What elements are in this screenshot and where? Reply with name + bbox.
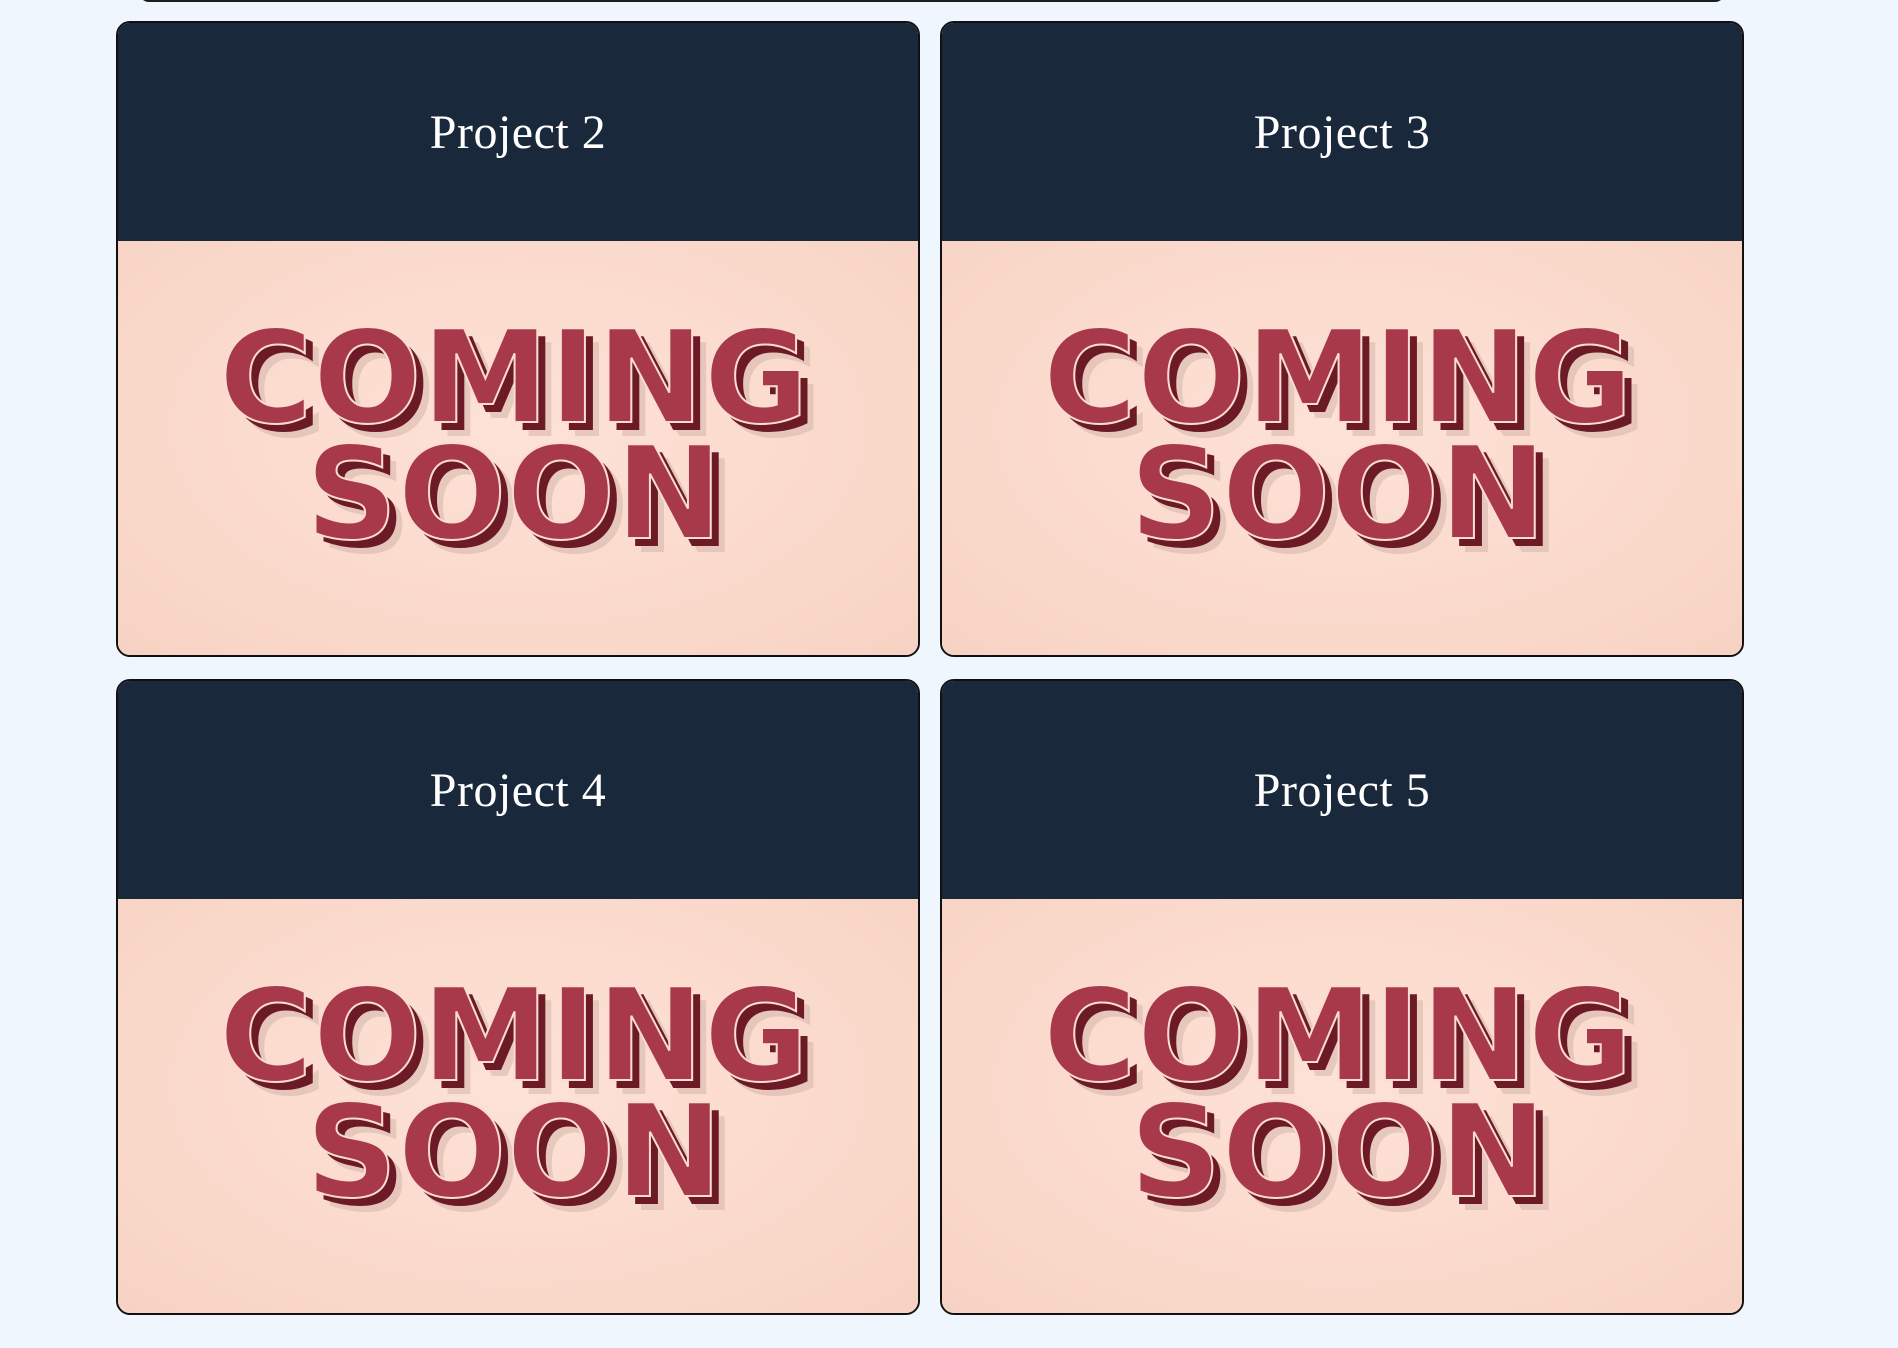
project-title: Project 3	[1253, 105, 1431, 159]
project-card[interactable]: Project 5 COMING COMING COMING SOON SOON…	[940, 679, 1744, 1315]
project-card-header: Project 5	[942, 681, 1742, 899]
coming-soon-graphic: COMING COMING COMING SOON SOON SOON	[218, 961, 818, 1241]
soon-text: SOON	[1130, 1078, 1547, 1227]
project-card-header: Project 4	[118, 681, 918, 899]
project-card[interactable]: Project 3 COMING COMING COMING SOON SOON…	[940, 21, 1744, 657]
coming-soon-image: COMING COMING COMING SOON SOON SOON	[118, 899, 918, 1313]
coming-soon-image: COMING COMING COMING SOON SOON SOON	[118, 241, 918, 655]
previous-card-edge	[139, 0, 1725, 2]
project-title: Project 2	[429, 105, 607, 159]
portfolio-page: Project 2 COMING COMING COMING SOON SOON…	[0, 0, 1898, 1348]
project-card-header: Project 3	[942, 23, 1742, 241]
coming-soon-graphic: COMING COMING COMING SOON SOON SOON	[218, 303, 818, 583]
project-card-header: Project 2	[118, 23, 918, 241]
soon-text: SOON	[306, 420, 723, 569]
project-card[interactable]: Project 2 COMING COMING COMING SOON SOON…	[116, 21, 920, 657]
project-title: Project 5	[1253, 763, 1431, 817]
coming-soon-graphic: COMING COMING COMING SOON SOON SOON	[1042, 303, 1642, 583]
coming-soon-image: COMING COMING COMING SOON SOON SOON	[942, 899, 1742, 1313]
soon-text: SOON	[306, 1078, 723, 1227]
project-grid: Project 2 COMING COMING COMING SOON SOON…	[116, 21, 1744, 1315]
soon-text: SOON	[1130, 420, 1547, 569]
project-card[interactable]: Project 4 COMING COMING COMING SOON SOON…	[116, 679, 920, 1315]
project-title: Project 4	[429, 763, 607, 817]
coming-soon-image: COMING COMING COMING SOON SOON SOON	[942, 241, 1742, 655]
coming-soon-graphic: COMING COMING COMING SOON SOON SOON	[1042, 961, 1642, 1241]
